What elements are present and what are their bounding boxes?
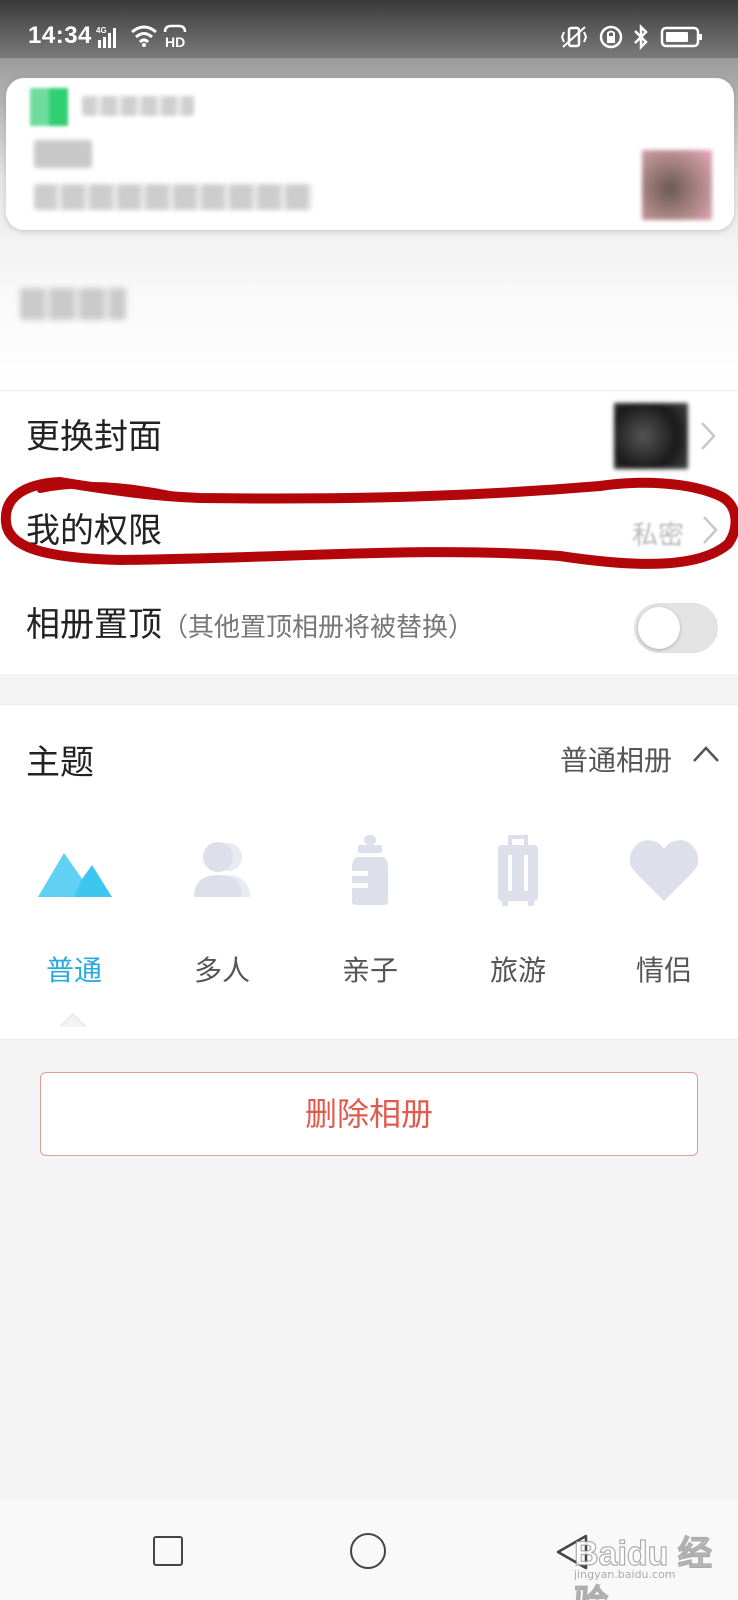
recent-apps-icon[interactable]	[153, 1536, 183, 1566]
theme-option-travel[interactable]: 旅游	[444, 835, 592, 1005]
baby-bottle-icon	[352, 835, 388, 905]
cellular-signal-icon: 4G	[96, 26, 116, 48]
watermark-url: jingyan.baidu.com	[574, 1568, 676, 1581]
delete-album-button[interactable]: 删除相册	[40, 1072, 698, 1156]
mountain-icon	[38, 853, 112, 897]
heart-icon	[629, 840, 699, 901]
pin-album-label: 相册置顶（其他置顶相册将被替换）	[26, 605, 475, 645]
toggle-knob	[638, 607, 680, 649]
theme-option-multi[interactable]: 多人	[148, 835, 296, 1005]
status-left-icons: 4G HD	[96, 24, 196, 50]
vibrate-icon	[560, 26, 588, 48]
theme-option-label: 情侣	[635, 954, 692, 987]
theme-option-label: 亲子	[341, 954, 398, 987]
theme-dropdown[interactable]: 普通相册	[560, 739, 672, 779]
theme-title: 主题	[26, 743, 94, 783]
theme-option-label: 旅游	[489, 954, 546, 987]
people-icon	[194, 842, 250, 897]
pin-album-toggle[interactable]	[634, 603, 718, 653]
hd-label: HD	[165, 34, 185, 50]
chevron-right-icon	[703, 516, 718, 544]
notification-app-icon	[30, 88, 68, 126]
theme-option-couple[interactable]: 情侣	[590, 835, 738, 1005]
change-cover-label: 更换封面	[26, 417, 162, 457]
change-cover-row[interactable]: 更换封面	[0, 391, 738, 485]
wifi-icon	[131, 25, 157, 47]
theme-option-family[interactable]: 亲子	[296, 835, 444, 1005]
status-time: 14:34	[28, 22, 92, 49]
battery-icon	[660, 26, 702, 48]
album-name-blurred	[20, 288, 126, 320]
baidu-jingyan-watermark: Baidu 经验 jingyan.baidu.com	[560, 1522, 720, 1600]
cover-thumbnail	[614, 403, 688, 469]
notification-body-blurred	[34, 184, 312, 210]
my-permission-value: 私密	[632, 521, 685, 551]
status-right-icons	[560, 24, 710, 50]
chevron-right-icon	[701, 422, 716, 450]
album-name-field[interactable]	[0, 250, 738, 390]
my-permission-row[interactable]: 我的权限 私密	[0, 485, 738, 579]
theme-section: 主题 普通相册 普通 多人 亲子 旅游 情侣	[0, 704, 738, 1040]
theme-option-normal[interactable]: 普通	[0, 835, 148, 1027]
home-icon[interactable]	[350, 1533, 386, 1569]
notification-app-name-blurred	[82, 96, 194, 116]
theme-option-label: 多人	[193, 954, 250, 987]
notification-thumbnail	[642, 150, 712, 220]
suitcase-icon	[498, 835, 538, 906]
my-permission-label: 我的权限	[26, 511, 162, 551]
notification-card[interactable]	[6, 78, 734, 230]
rotation-lock-icon	[599, 25, 623, 49]
selected-caret-icon	[60, 1013, 86, 1027]
theme-option-label: 普通	[45, 954, 102, 987]
signal-4g-label: 4G	[96, 26, 107, 35]
chevron-up-icon[interactable]	[692, 745, 720, 763]
notification-title-blurred	[34, 140, 92, 168]
hd-voice-icon: HD	[163, 24, 187, 50]
pin-album-note: （其他置顶相册将被替换）	[162, 613, 475, 643]
pin-album-row: 相册置顶（其他置顶相册将被替换）	[0, 579, 738, 673]
album-settings-list: 更换封面 我的权限 私密 相册置顶（其他置顶相册将被替换）	[0, 390, 738, 674]
watermark-brand: Baidu 经验	[573, 1534, 712, 1600]
bluetooth-icon	[634, 24, 648, 50]
